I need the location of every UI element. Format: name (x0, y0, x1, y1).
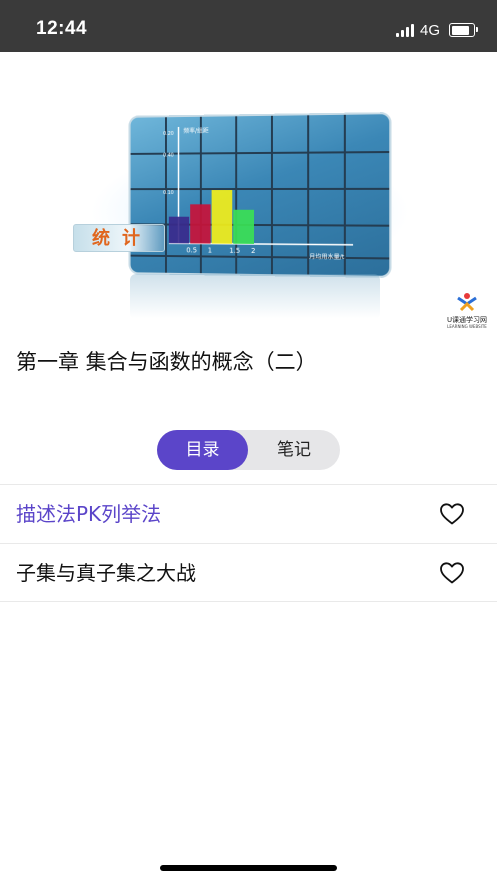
x-tick-label: 2 (251, 247, 255, 255)
battery-icon (449, 23, 478, 37)
logo-icon (457, 293, 477, 312)
network-label: 4G (419, 21, 440, 39)
brand-logo: U课通学习网 LEARNING WEBSITE (444, 292, 490, 329)
tab-switcher: 目录 笔记 (157, 430, 340, 470)
tab-notes[interactable]: 笔记 (248, 430, 340, 470)
signal-icon (395, 23, 414, 37)
histogram-bar (234, 209, 255, 245)
banner-screen: 0.5 1 1.5 2 0.20 0.40 0.10 频率/组距 月均用水量/t (128, 112, 392, 278)
status-time: 12:44 (36, 18, 88, 39)
home-indicator[interactable] (160, 865, 337, 871)
course-title: 第一章 集合与函数的概念（二） (16, 350, 317, 374)
y-tick-label: 0.10 (163, 190, 174, 196)
lesson-item[interactable]: 子集与真子集之大战 (0, 544, 497, 602)
divider (0, 601, 497, 602)
x-tick-label: 0.5 (186, 246, 197, 254)
heart-outline-icon[interactable] (439, 561, 465, 585)
course-banner: 0.5 1 1.5 2 0.20 0.40 0.10 频率/组距 月均用水量/t 统计 U课… (0, 52, 497, 330)
histogram-bar (190, 204, 211, 244)
lesson-title[interactable]: 子集与真子集之大战 (16, 558, 196, 588)
logo-subtext: LEARNING WEBSITE (447, 324, 487, 329)
status-indicators: 4G (395, 20, 478, 40)
chart-ylabel: 频率/组距 (183, 126, 208, 134)
y-tick-label: 0.20 (163, 131, 174, 137)
x-tick-label: 1 (208, 246, 212, 254)
histogram-bar (168, 216, 190, 244)
lesson-item[interactable]: 描述法PK列举法 (0, 485, 497, 543)
lesson-title[interactable]: 描述法PK列举法 (16, 499, 161, 529)
y-tick-label: 0.40 (163, 153, 174, 159)
banner-histogram: 0.5 1 1.5 2 0.20 0.40 0.10 频率/组距 月均用水量/t (163, 114, 390, 261)
heart-outline-icon[interactable] (439, 502, 465, 526)
statistics-label: 统计 (73, 224, 165, 252)
x-tick-label: 1.5 (229, 247, 240, 255)
chart-xlabel: 月均用水量/t (309, 252, 345, 261)
screen-reflection (130, 274, 380, 319)
logo-text: U课通学习网 (446, 316, 488, 324)
histogram-bar (211, 190, 233, 244)
status-bar: 12:44 4G (0, 0, 497, 52)
tab-catalog[interactable]: 目录 (157, 430, 248, 470)
